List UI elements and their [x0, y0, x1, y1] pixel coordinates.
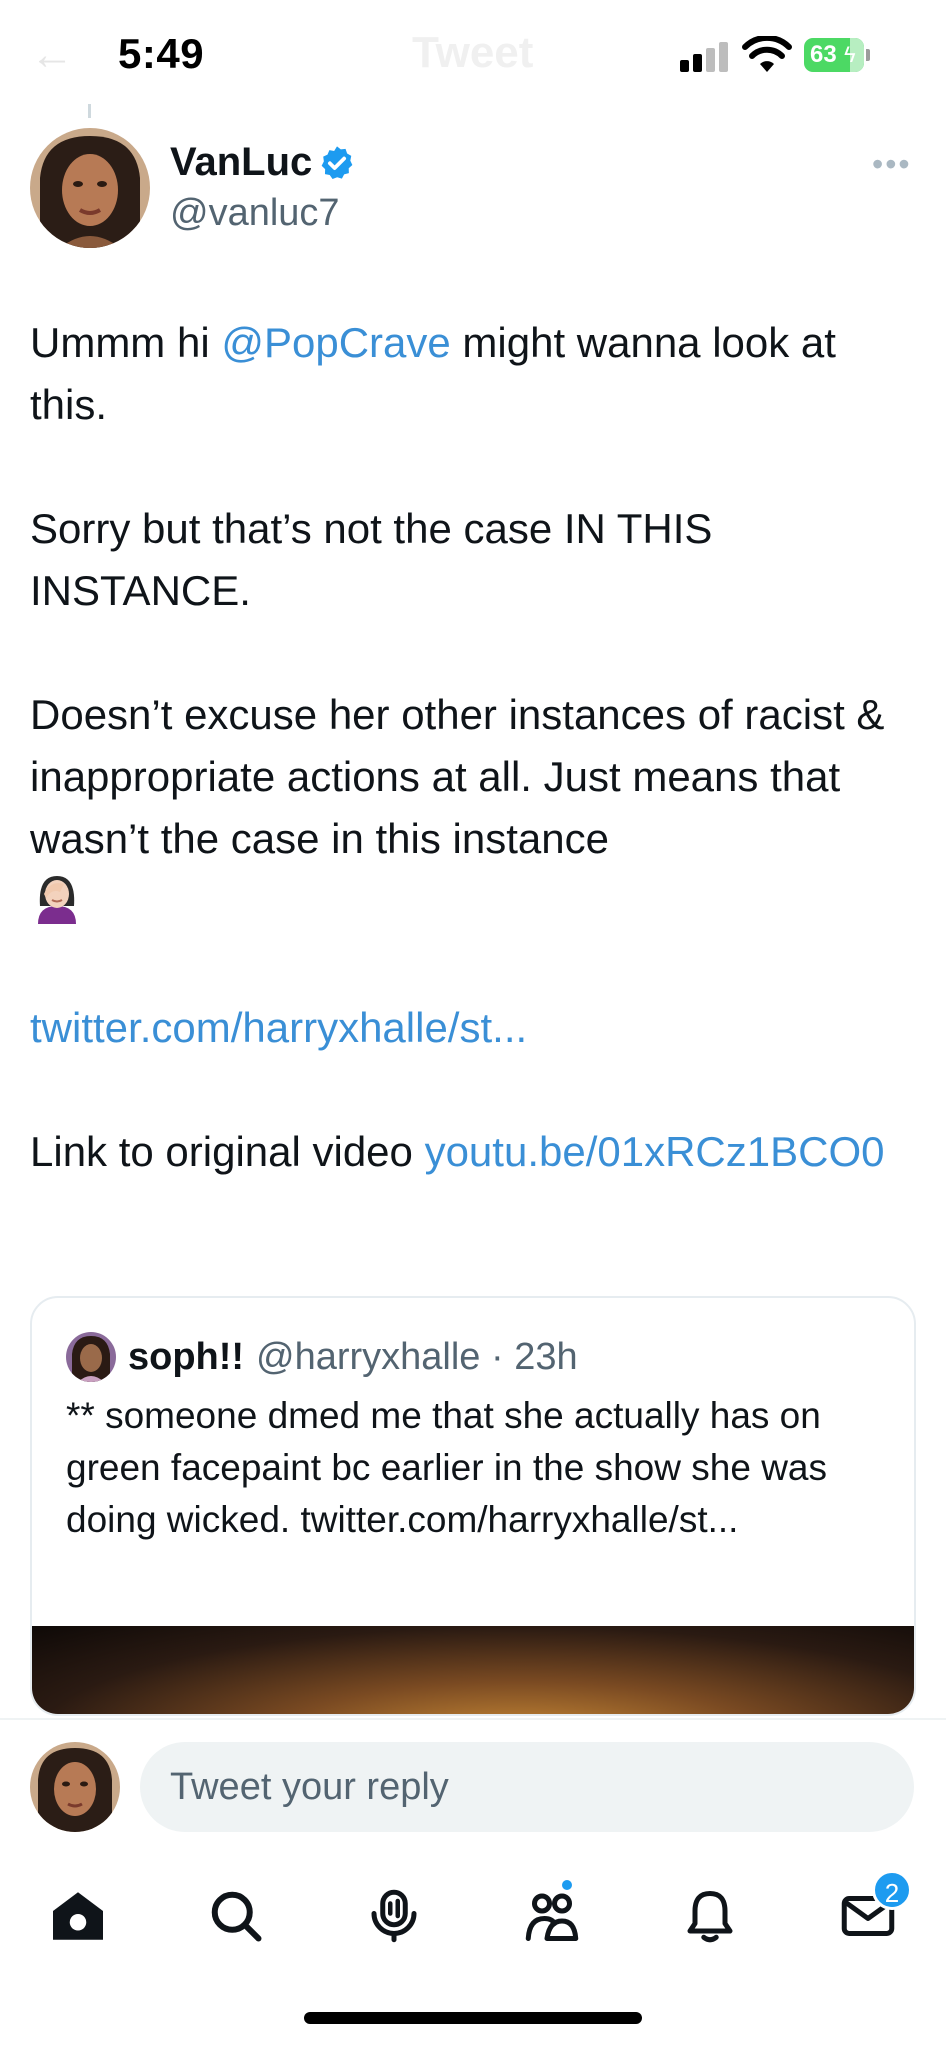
quoted-author-name[interactable]: soph!! — [128, 1336, 244, 1379]
tweet-text: Ummm hi @PopCrave might wanna look at th… — [30, 312, 920, 1183]
cellular-signal-icon — [680, 40, 732, 72]
quoted-tweet-text: ** someone dmed me that she actually has… — [66, 1395, 827, 1540]
spaces-microphone-icon — [371, 1889, 417, 1943]
author-name[interactable]: VanLuc — [170, 140, 312, 185]
tweet-paragraph-1: Ummm hi @PopCrave might wanna look at th… — [30, 312, 920, 436]
tab-messages[interactable]: 2 — [828, 1870, 912, 1956]
communities-icon — [525, 1893, 579, 1941]
text-segment: Doesn’t excuse her other instances of ra… — [30, 691, 885, 862]
home-icon — [53, 1892, 103, 1940]
bell-icon — [687, 1891, 733, 1943]
battery-icon: 63 ϟ — [804, 38, 870, 72]
header-title: Tweet — [412, 28, 534, 77]
text-segment: Ummm hi — [30, 319, 222, 366]
search-icon — [211, 1891, 262, 1942]
tab-spaces[interactable] — [354, 1876, 434, 1956]
tab-home[interactable] — [38, 1876, 118, 1956]
quoted-author-meta: @harryxhalle · 23h — [256, 1336, 578, 1378]
back-arrow-icon[interactable]: ← — [30, 30, 74, 80]
new-content-dot — [560, 1878, 574, 1892]
tab-communities[interactable] — [512, 1876, 592, 1956]
status-bar: ← Tweet 5:49 63 ϟ — [0, 0, 946, 110]
home-indicator[interactable] — [304, 2012, 642, 2024]
more-options-icon[interactable]: ••• — [872, 146, 912, 183]
author-handle[interactable]: @vanluc7 — [170, 192, 340, 235]
status-time: 5:49 — [118, 30, 205, 77]
charging-bolt-icon: ϟ — [844, 42, 856, 67]
thread-line — [88, 104, 91, 118]
author-avatar[interactable] — [30, 128, 150, 248]
reply-input[interactable] — [140, 1742, 914, 1832]
quoted-media-image[interactable] — [32, 1626, 914, 1714]
tweet-link[interactable]: twitter.com/harryxhalle/st... — [30, 1004, 527, 1051]
tab-search[interactable] — [196, 1876, 276, 1956]
text-segment: Link to original video — [30, 1128, 425, 1175]
quoted-tweet[interactable]: soph!! @harryxhalle · 23h ** someone dme… — [30, 1296, 916, 1716]
tweet-paragraph-3: Doesn’t excuse her other instances of ra… — [30, 684, 920, 935]
reply-bar — [0, 1718, 946, 1848]
tweet-paragraph-5: Link to original video youtu.be/01xRCz1B… — [30, 1121, 920, 1183]
tab-notifications[interactable] — [670, 1876, 750, 1956]
quoted-avatar[interactable] — [66, 1332, 116, 1382]
reply-avatar — [30, 1742, 120, 1832]
wifi-icon — [742, 36, 792, 72]
verified-badge-icon — [321, 146, 353, 179]
messages-badge: 2 — [872, 1870, 912, 1910]
tweet-paragraph-2: Sorry but that’s not the case IN THIS IN… — [30, 505, 713, 614]
youtube-link[interactable]: youtu.be/01xRCz1BCO0 — [425, 1128, 885, 1175]
tweet-paragraph-4: twitter.com/harryxhalle/st... — [30, 997, 920, 1059]
battery-level: 63 — [810, 41, 837, 68]
mention-link[interactable]: @PopCrave — [221, 319, 450, 366]
facepalm-woman-icon — [38, 876, 76, 924]
